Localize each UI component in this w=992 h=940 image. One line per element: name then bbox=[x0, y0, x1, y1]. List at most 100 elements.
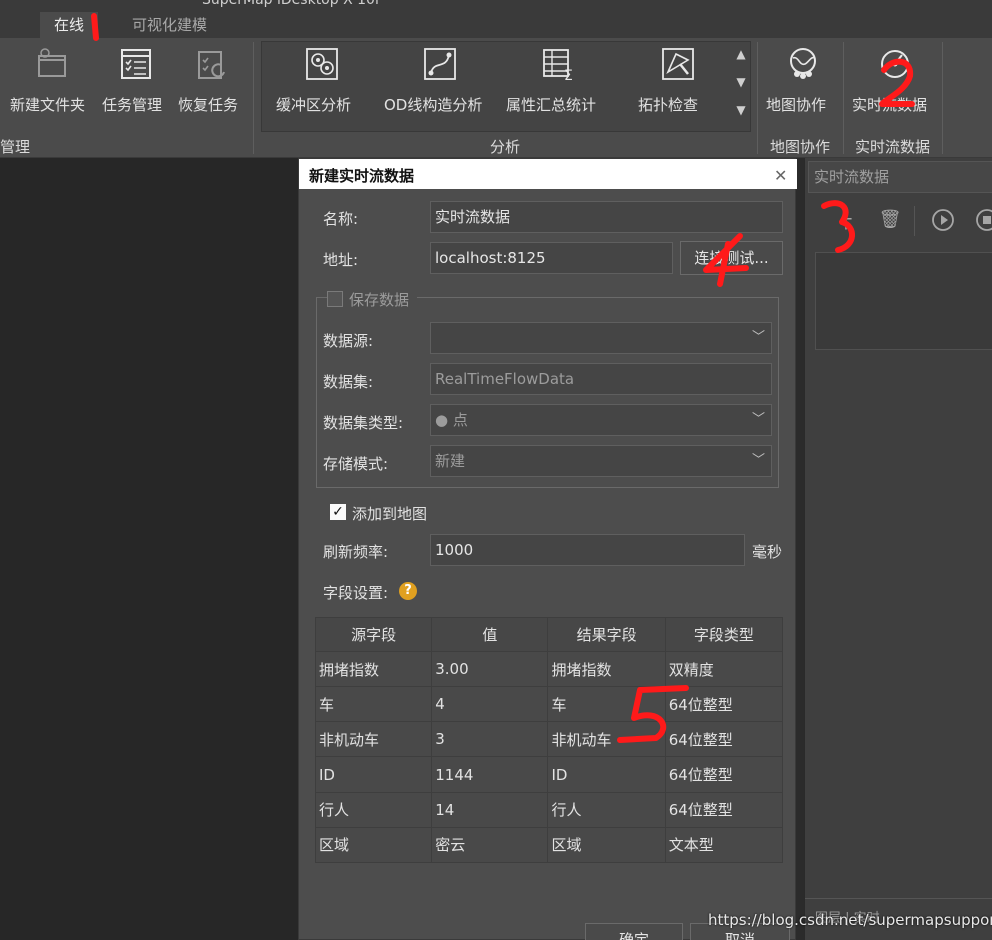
od-line-button[interactable]: OD线构造分析 bbox=[384, 42, 496, 124]
restore-task-label: 恢复任务 bbox=[178, 96, 239, 114]
new-icon[interactable]: ┌ bbox=[834, 208, 858, 232]
ribbon-tab-bar: 在线 可视化建模 bbox=[0, 12, 992, 38]
dialog-title-bar: 新建实时流数据 ✕ bbox=[299, 159, 797, 189]
toolbar-divider bbox=[914, 206, 915, 236]
new-folder-button[interactable]: 新建文件夹 bbox=[10, 42, 94, 124]
table-row[interactable]: 拥堵指数 3.00 拥堵指数 双精度 bbox=[314, 650, 784, 688]
table-row[interactable]: ID 1144 ID 64位整型 bbox=[314, 756, 784, 793]
field-type-cell[interactable]: 64位整型 bbox=[664, 721, 784, 758]
result-field-cell[interactable]: 非机动车 bbox=[547, 721, 666, 758]
gallery-scroll-down[interactable]: ▼ bbox=[733, 71, 749, 93]
map-collab-icon bbox=[790, 48, 816, 79]
map-collab-button[interactable]: 地图协作 bbox=[766, 42, 840, 124]
refresh-rate-input[interactable]: 1000 bbox=[430, 534, 745, 566]
watermark-text: https://blog.csdn.net/supermapsupport bbox=[708, 911, 992, 929]
group-separator bbox=[942, 42, 943, 154]
value-cell: 4 bbox=[431, 686, 549, 723]
gallery-scroll-up[interactable]: ▲ bbox=[733, 43, 749, 65]
value-cell: 密云 bbox=[431, 826, 549, 864]
dataset-input[interactable]: RealTimeFlowData bbox=[430, 363, 772, 395]
name-input[interactable]: 实时流数据 bbox=[430, 201, 783, 233]
result-field-cell[interactable]: 车 bbox=[547, 686, 666, 723]
refresh-rate-label: 刷新频率: bbox=[323, 543, 389, 561]
stream-list[interactable] bbox=[815, 252, 992, 350]
column-header[interactable]: 值 bbox=[431, 617, 549, 652]
help-icon[interactable]: ? bbox=[399, 582, 417, 600]
new-stream-dialog: 新建实时流数据 ✕ 名称: 实时流数据 地址: localhost:8125 连… bbox=[298, 158, 797, 940]
stop-icon[interactable] bbox=[975, 208, 992, 232]
topology-check-button[interactable]: 拓扑检查 bbox=[638, 42, 718, 124]
field-type-cell[interactable]: 双精度 bbox=[664, 650, 784, 688]
stream-data-button[interactable]: 实时流数据 bbox=[852, 42, 938, 124]
stream-data-panel: 实时流数据 ┌ 🗑 图层 | 实时 bbox=[804, 158, 992, 940]
task-manage-label: 任务管理 bbox=[102, 96, 163, 114]
topology-check-label: 拓扑检查 bbox=[638, 96, 699, 114]
table-row[interactable]: 非机动车 3 非机动车 64位整型 bbox=[314, 721, 784, 758]
buffer-analysis-button[interactable]: 缓冲区分析 bbox=[276, 42, 368, 124]
dataset-type-label: 数据集类型: bbox=[323, 414, 404, 432]
value-cell: 14 bbox=[431, 791, 549, 828]
stream-panel-toolbar: ┌ 🗑 bbox=[808, 202, 992, 238]
summary-statistics-button[interactable]: Σ 属性汇总统计 bbox=[506, 42, 610, 124]
summary-statistics-icon: Σ bbox=[543, 49, 573, 82]
od-line-icon bbox=[424, 48, 456, 80]
datasource-label: 数据源: bbox=[323, 332, 374, 350]
collab-group-label: 地图协作 bbox=[770, 138, 831, 156]
tab-visual-modeling[interactable]: 可视化建模 bbox=[118, 12, 221, 38]
dataset-label: 数据集: bbox=[323, 373, 374, 391]
field-type-cell[interactable]: 64位整型 bbox=[664, 686, 784, 723]
result-field-cell[interactable]: 行人 bbox=[547, 791, 666, 828]
result-field-cell[interactable]: 拥堵指数 bbox=[547, 650, 666, 688]
datasource-select[interactable]: ﹀ bbox=[430, 322, 772, 354]
delete-icon[interactable]: 🗑 bbox=[878, 208, 902, 232]
source-field-cell: 拥堵指数 bbox=[314, 650, 433, 688]
source-field-cell: ID bbox=[314, 756, 433, 793]
stream-data-label: 实时流数据 bbox=[852, 96, 928, 114]
task-manage-button[interactable]: 任务管理 bbox=[102, 42, 170, 124]
column-header[interactable]: 字段类型 bbox=[664, 617, 784, 652]
workspace-panel bbox=[0, 158, 298, 940]
field-type-cell[interactable]: 64位整型 bbox=[664, 756, 784, 793]
address-input[interactable]: localhost:8125 bbox=[430, 242, 673, 274]
od-line-label: OD线构造分析 bbox=[384, 96, 483, 114]
save-data-checkbox[interactable] bbox=[327, 291, 343, 307]
tab-online[interactable]: 在线 bbox=[40, 12, 99, 38]
play-icon[interactable] bbox=[931, 208, 955, 232]
result-field-cell[interactable]: ID bbox=[547, 756, 666, 793]
source-field-cell: 行人 bbox=[314, 791, 433, 828]
storage-mode-label: 存储模式: bbox=[323, 455, 389, 473]
storage-mode-value: 新建 bbox=[435, 452, 466, 470]
close-icon[interactable]: ✕ bbox=[774, 166, 787, 185]
window-title-bar: SuperMap iDesktop X 10i bbox=[0, 0, 992, 12]
add-to-map-checkbox[interactable]: ✓ bbox=[330, 504, 346, 520]
ok-button[interactable]: 确定 bbox=[585, 923, 683, 940]
field-settings-table: 源字段 值 结果字段 字段类型 拥堵指数 3.00 拥堵指数 双精度 车 4 车… bbox=[314, 617, 784, 864]
name-label: 名称: bbox=[323, 210, 359, 228]
dataset-type-select[interactable]: ● 点 ﹀ bbox=[430, 404, 772, 436]
svg-text:Σ: Σ bbox=[564, 68, 573, 82]
table-row[interactable]: 区域 密云 区域 文本型 bbox=[314, 826, 784, 864]
chevron-down-icon: ﹀ bbox=[751, 330, 765, 345]
summary-statistics-label: 属性汇总统计 bbox=[506, 96, 597, 114]
save-data-checkbox-row[interactable]: 保存数据 bbox=[327, 290, 417, 309]
storage-mode-select[interactable]: 新建 ﹀ bbox=[430, 445, 772, 477]
ribbon-panel: 新建文件夹 任务管理 恢复任务 管理 缓冲区分析 OD线构造分析 Σ 属性汇总统… bbox=[0, 38, 992, 158]
column-header[interactable]: 结果字段 bbox=[547, 617, 666, 652]
gallery-scroller: ▲ ▼ ▼ bbox=[733, 43, 749, 129]
map-collab-label: 地图协作 bbox=[766, 96, 827, 114]
column-header[interactable]: 源字段 bbox=[314, 617, 433, 652]
field-type-cell[interactable]: 64位整型 bbox=[664, 791, 784, 828]
gallery-expand[interactable]: ▼ bbox=[733, 99, 749, 121]
stream-group-label: 实时流数据 bbox=[855, 138, 931, 156]
analysis-group-label: 分析 bbox=[490, 138, 521, 156]
table-row[interactable]: 车 4 车 64位整型 bbox=[314, 686, 784, 723]
task-list-icon bbox=[121, 49, 151, 79]
connection-test-button[interactable]: 连接测试... bbox=[680, 241, 783, 275]
address-label: 地址: bbox=[323, 251, 359, 269]
result-field-cell[interactable]: 区域 bbox=[547, 826, 666, 864]
restore-task-button[interactable]: 恢复任务 bbox=[178, 42, 246, 124]
table-row[interactable]: 行人 14 行人 64位整型 bbox=[314, 791, 784, 828]
restore-task-icon bbox=[198, 51, 225, 79]
field-type-cell[interactable]: 文本型 bbox=[664, 826, 784, 864]
group-separator bbox=[843, 42, 844, 154]
